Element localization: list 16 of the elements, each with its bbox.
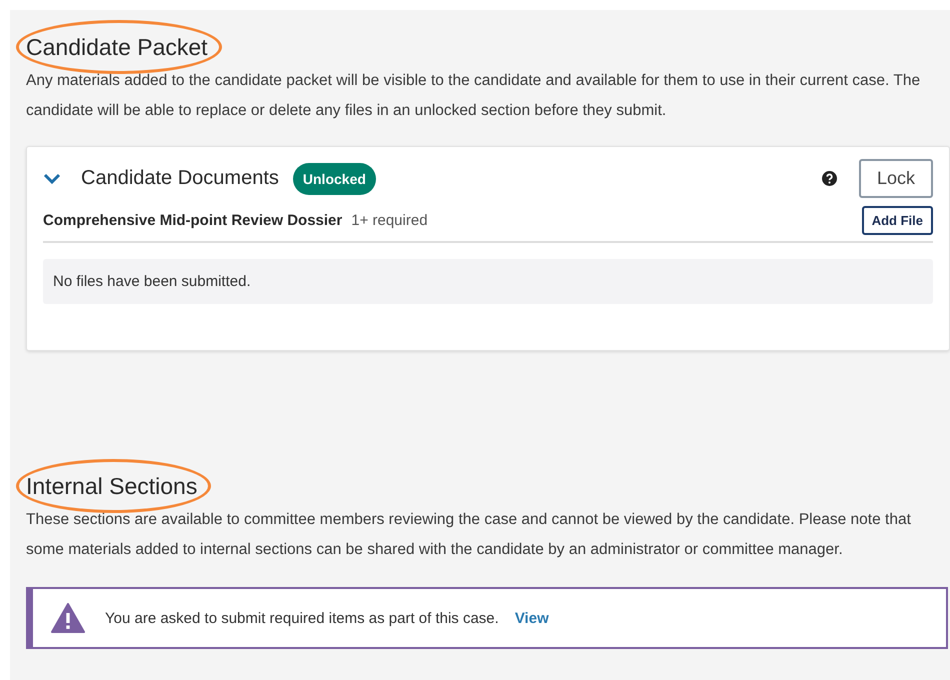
section-heading: Internal Sections	[26, 472, 198, 501]
card-title: Candidate Documents	[81, 167, 279, 190]
help-icon[interactable]	[822, 171, 837, 186]
section-heading: Candidate Packet	[26, 33, 208, 62]
requirement-count: 1+ required	[351, 212, 428, 229]
section-description: Any materials added to the candidate packet will be visible to the candidate and available for them to use in their current case. The candidate will be able to replace or delete any files in an unlocked section before they submit.	[26, 71, 922, 121]
chevron-icon[interactable]	[43, 172, 61, 184]
view-link[interactable]: View	[514, 610, 549, 626]
lock-button[interactable]: Lock	[858, 159, 933, 198]
alert-message: You are asked to submit required items as part of this case.	[105, 610, 499, 626]
add-file-button[interactable]: Add File	[862, 206, 933, 235]
section-description: These sections are available to committee members reviewing the case and cannot be viewed by the candidate. Please note that some materials added to internal sections can be shared with the candidate by an administrator or committee manager.	[26, 510, 912, 560]
status-badge: Unlocked	[292, 162, 376, 194]
empty-message: No files have been submitted.	[43, 259, 933, 304]
warning-icon	[51, 603, 85, 633]
requirement-name: Comprehensive Mid-point Review Dossier	[43, 212, 342, 229]
